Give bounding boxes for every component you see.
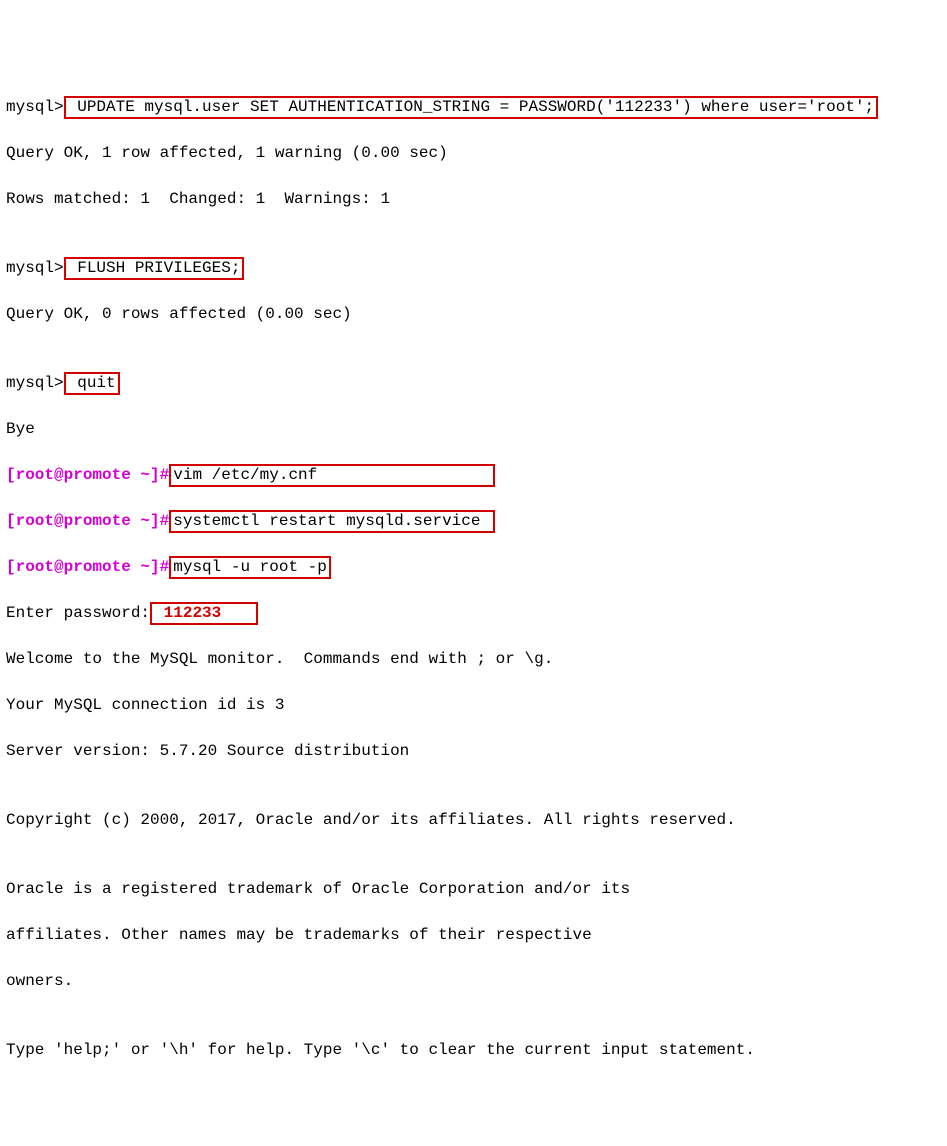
terminal-line: Enter password: 112233 <box>6 602 941 625</box>
mysql-prompt: mysql> <box>6 98 64 116</box>
terminal-line: mysql> quit <box>6 372 941 395</box>
cmd-update-user: UPDATE mysql.user SET AUTHENTICATION_STR… <box>64 96 879 119</box>
password-prompt-label: Enter password: <box>6 604 150 622</box>
output-line: Query OK, 1 row affected, 1 warning (0.0… <box>6 142 941 165</box>
output-line: affiliates. Other names may be trademark… <box>6 924 941 947</box>
cmd-systemctl-restart: systemctl restart mysqld.service <box>169 510 495 533</box>
output-line: Welcome to the MySQL monitor. Commands e… <box>6 648 941 671</box>
terminal-line: [root@promote ~]#vim /etc/my.cnf <box>6 464 941 487</box>
output-line: Oracle is a registered trademark of Orac… <box>6 878 941 901</box>
entered-password: 112233 <box>150 602 258 625</box>
terminal-line: [root@promote ~]#mysql -u root -p <box>6 556 941 579</box>
cmd-flush-privileges: FLUSH PRIVILEGES; <box>64 257 245 280</box>
cmd-quit: quit <box>64 372 120 395</box>
output-line: owners. <box>6 970 941 993</box>
mysql-prompt: mysql> <box>6 374 64 392</box>
output-line: Type 'help;' or '\h' for help. Type '\c'… <box>6 1039 941 1062</box>
shell-prompt: [root@promote ~]# <box>6 512 169 530</box>
terminal-line: mysql> UPDATE mysql.user SET AUTHENTICAT… <box>6 96 941 119</box>
terminal-line: [root@promote ~]#systemctl restart mysql… <box>6 510 941 533</box>
output-line: Your MySQL connection id is 3 <box>6 694 941 717</box>
output-line: Server version: 5.7.20 Source distributi… <box>6 740 941 763</box>
terminal-line: mysql> FLUSH PRIVILEGES; <box>6 257 941 280</box>
output-line: Rows matched: 1 Changed: 1 Warnings: 1 <box>6 188 941 211</box>
output-line: Bye <box>6 418 941 441</box>
shell-prompt: [root@promote ~]# <box>6 558 169 576</box>
mysql-prompt: mysql> <box>6 259 64 277</box>
output-line: Copyright (c) 2000, 2017, Oracle and/or … <box>6 809 941 832</box>
cmd-mysql-login: mysql -u root -p <box>169 556 331 579</box>
shell-prompt: [root@promote ~]# <box>6 466 169 484</box>
cmd-vim-mycnf: vim /etc/my.cnf <box>169 464 495 487</box>
output-line: Query OK, 0 rows affected (0.00 sec) <box>6 303 941 326</box>
